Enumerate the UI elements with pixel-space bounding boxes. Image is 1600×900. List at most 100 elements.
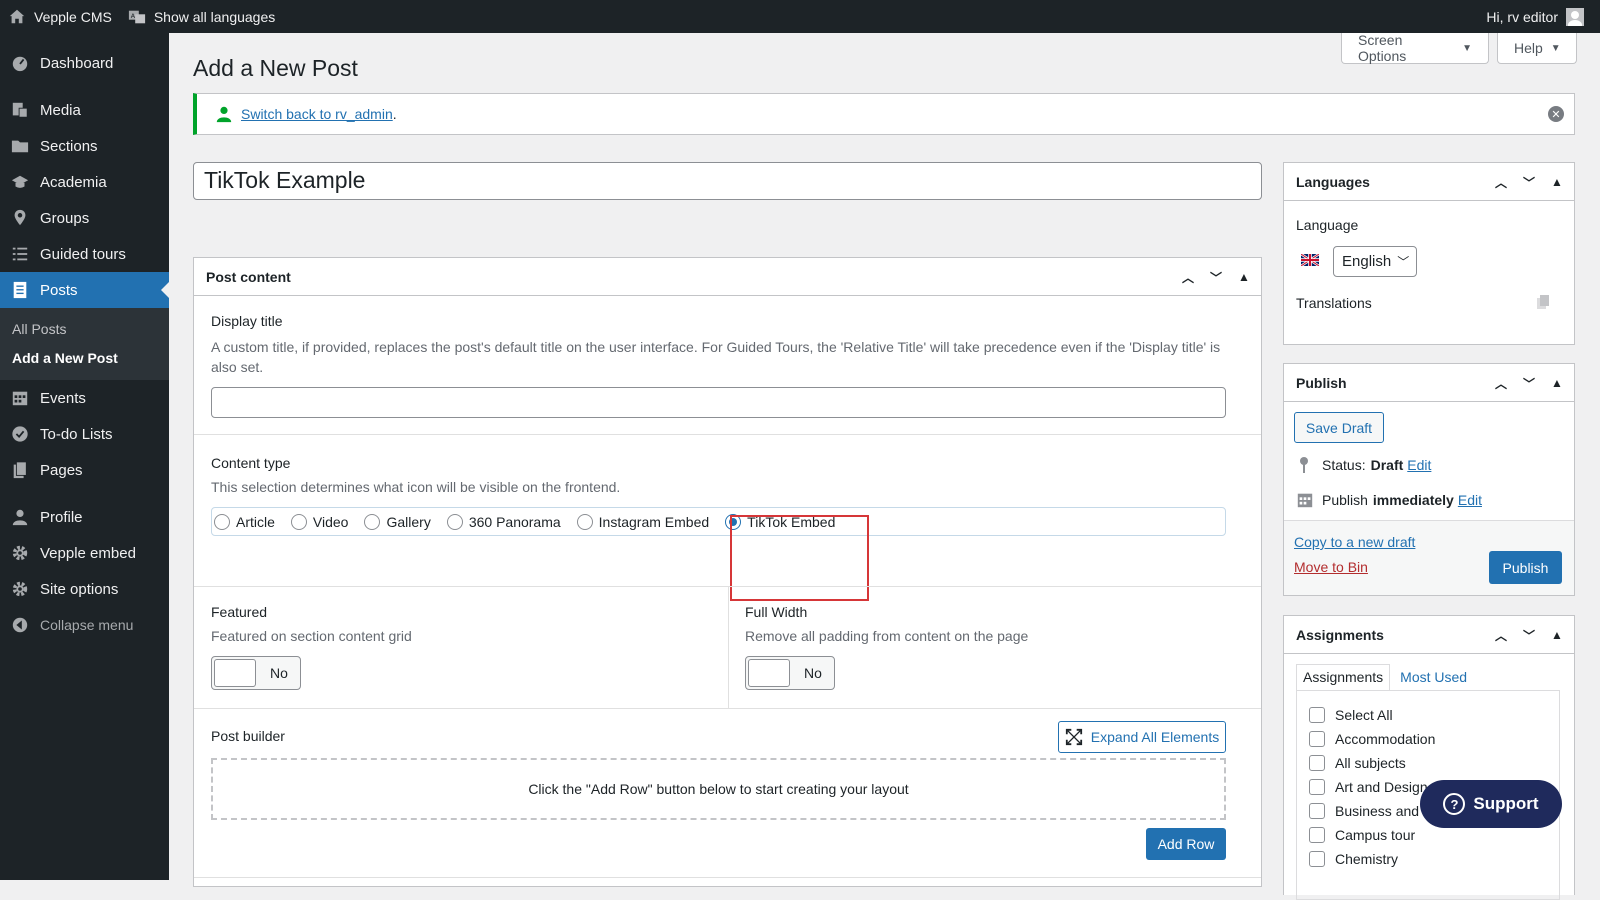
post-builder-label: Post builder [211,728,285,744]
calendar-icon [1297,493,1313,508]
move-to-bin-link[interactable]: Move to Bin [1294,559,1368,575]
sidebar-item-site-options[interactable]: Site options [0,571,169,607]
assignments-header: Assignments ︿ ﹀ ▲ [1284,616,1574,654]
site-name-link[interactable]: Vepple CMS [0,0,120,33]
display-title-description: A custom title, if provided, replaces th… [211,339,1221,375]
sidebar-item-guided-tours[interactable]: Guided tours [0,236,169,272]
radio-360-panorama[interactable]: 360 Panorama [446,513,561,530]
radio-label: Video [312,513,349,530]
sidebar-item-pages[interactable]: Pages [0,452,169,488]
admin-sidebar: Dashboard Media Sections Academia Groups… [0,33,169,880]
move-up-icon[interactable]: ︿ [1179,269,1197,286]
sidebar-item-profile[interactable]: Profile [0,499,169,535]
sidebar-item-events[interactable]: Events [0,380,169,416]
radio-label: Article [236,513,275,530]
submenu-add-new-post[interactable]: Add a New Post [0,343,169,372]
sidebar-item-label: Posts [40,281,78,299]
toggle-panel-icon[interactable]: ▲ [1548,175,1566,189]
display-title-input[interactable] [211,387,1226,418]
language-select[interactable]: English ﹀ [1333,246,1417,277]
featured-toggle[interactable]: No [211,656,301,690]
assignments-tabs: Assignments Most Used [1296,664,1477,690]
location-pin-icon [10,208,30,228]
switch-user-notice: Switch back to rv_admin. ✕ [193,93,1575,135]
duplicate-icon[interactable] [1535,294,1551,310]
publish-time-value: immediately [1372,492,1454,508]
folder-icon [10,136,30,156]
move-up-icon[interactable]: ︿ [1492,174,1510,191]
checkbox-all-subjects[interactable]: All subjects [1309,751,1559,775]
publish-box: Publish ︿ ﹀ ▲ Save Draft Status: Draft E… [1283,363,1575,596]
checkbox-chemistry[interactable]: Chemistry [1309,847,1559,871]
radio-gallery[interactable]: Gallery [364,513,431,530]
sidebar-item-groups[interactable]: Groups [0,200,169,236]
move-down-icon[interactable]: ﹀ [1520,174,1538,191]
sidebar-item-posts[interactable]: Posts [0,272,169,308]
toggle-value: No [270,665,288,681]
move-down-icon[interactable]: ﹀ [1207,269,1225,286]
graduation-cap-icon [10,172,30,192]
edit-status-link[interactable]: Edit [1407,457,1431,473]
post-builder-dropzone: Click the "Add Row" button below to star… [211,758,1226,820]
toggle-panel-icon[interactable]: ▲ [1235,270,1253,284]
show-languages-link[interactable]: A Show all languages [120,0,283,33]
copy-to-draft-link[interactable]: Copy to a new draft [1294,534,1415,550]
move-up-icon[interactable]: ︿ [1492,627,1510,644]
screen-options-button[interactable]: Screen Options ▼ [1341,32,1489,64]
collapse-menu-button[interactable]: Collapse menu [0,607,169,643]
radio-instagram-embed[interactable]: Instagram Embed [576,513,709,530]
full-width-label: Full Width [745,604,808,620]
notice-suffix: . [392,106,397,122]
submenu-all-posts[interactable]: All Posts [0,314,169,343]
publish-button[interactable]: Publish [1489,551,1562,584]
support-label: Support [1473,794,1539,813]
checkbox-accommodation[interactable]: Accommodation [1309,727,1559,751]
sidebar-item-label: Site options [40,580,119,598]
sidebar-item-media[interactable]: Media [0,92,169,128]
dismiss-notice-icon[interactable]: ✕ [1548,106,1564,122]
switch-back-link[interactable]: Switch back to rv_admin [241,106,393,122]
checkbox-select-all[interactable]: Select All [1309,703,1559,727]
toggle-panel-icon[interactable]: ▲ [1548,376,1566,390]
add-row-button[interactable]: Add Row [1146,828,1226,860]
publish-title: Publish [1296,374,1347,391]
radio-article[interactable]: Article [214,513,275,530]
move-down-icon[interactable]: ﹀ [1520,375,1538,392]
help-button[interactable]: Help ▼ [1497,33,1577,64]
sidebar-item-label: Guided tours [40,245,126,263]
post-content-title: Post content [206,268,291,285]
move-up-icon[interactable]: ︿ [1492,375,1510,392]
media-icon [10,100,30,120]
tab-assignments[interactable]: Assignments [1296,664,1391,690]
checkbox-label: All subjects [1335,755,1406,771]
tab-most-used[interactable]: Most Used [1390,664,1477,690]
move-down-icon[interactable]: ﹀ [1520,627,1538,644]
sidebar-item-dashboard[interactable]: Dashboard [0,45,169,81]
toggle-panel-icon[interactable]: ▲ [1548,628,1566,642]
collapse-icon [10,615,30,635]
save-draft-button[interactable]: Save Draft [1294,412,1384,443]
sidebar-item-label: Pages [40,461,83,479]
user-greeting: Hi, rv editor [1486,8,1558,25]
publish-time-label: Publish [1322,492,1368,508]
sidebar-item-label: Sections [40,137,98,155]
sidebar-item-todo-lists[interactable]: To-do Lists [0,416,169,452]
user-icon [10,507,30,527]
radio-video[interactable]: Video [290,513,349,530]
sidebar-item-label: Academia [40,173,107,191]
post-builder-empty-text: Click the "Add Row" button below to star… [528,781,909,797]
avatar [1566,7,1584,26]
full-width-toggle[interactable]: No [745,656,835,690]
post-title-input[interactable]: TikTok Example [193,162,1262,200]
sidebar-item-academia[interactable]: Academia [0,164,169,200]
expand-all-button[interactable]: Expand All Elements [1058,721,1226,753]
help-label: Help [1514,40,1543,56]
support-button[interactable]: ? Support [1420,780,1562,828]
edit-publish-time-link[interactable]: Edit [1458,492,1482,508]
admin-bar: Vepple CMS A Show all languages Hi, rv e… [0,0,1600,33]
my-account-link[interactable]: Hi, rv editor [1478,0,1600,33]
dashboard-icon [10,53,30,73]
sidebar-item-sections[interactable]: Sections [0,128,169,164]
sidebar-item-vepple-embed[interactable]: Vepple embed [0,535,169,571]
full-width-description: Remove all padding from content on the p… [745,628,1029,644]
